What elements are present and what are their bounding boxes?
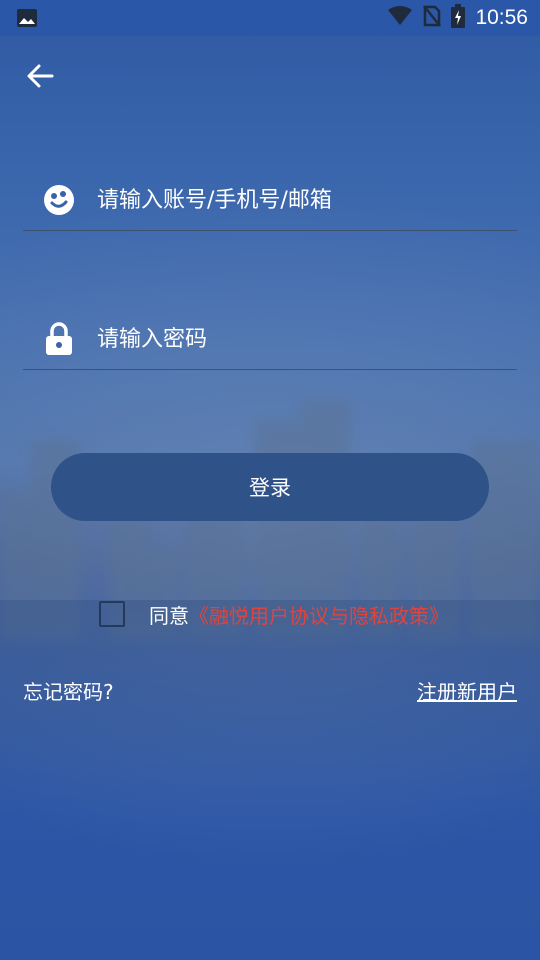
back-button[interactable] — [20, 58, 60, 98]
status-time: 10:56 — [475, 6, 528, 29]
battery-charging-icon — [451, 4, 466, 32]
wifi-icon — [387, 6, 413, 30]
background-water — [0, 600, 540, 960]
agreement-checkbox[interactable] — [99, 601, 125, 627]
account-field — [23, 170, 517, 231]
account-input[interactable] — [95, 186, 499, 214]
password-input[interactable] — [95, 325, 499, 353]
forgot-password-link[interactable]: 忘记密码? — [23, 676, 114, 705]
arrow-left-icon — [26, 62, 54, 94]
login-button[interactable]: 登录 — [51, 453, 489, 521]
agreement-prefix: 同意 — [149, 603, 189, 628]
image-icon — [16, 8, 38, 28]
user-face-icon — [41, 182, 77, 218]
no-sim-icon — [423, 5, 442, 31]
agreement-link[interactable]: 《融悦用户协议与隐私政策》 — [189, 600, 449, 629]
password-field — [23, 309, 517, 370]
status-bar: 10:56 — [0, 0, 540, 36]
agreement-row: 同意 《融悦用户协议与隐私政策》 — [99, 598, 449, 630]
lock-icon — [41, 321, 77, 357]
register-link[interactable]: 注册新用户 — [417, 676, 517, 705]
